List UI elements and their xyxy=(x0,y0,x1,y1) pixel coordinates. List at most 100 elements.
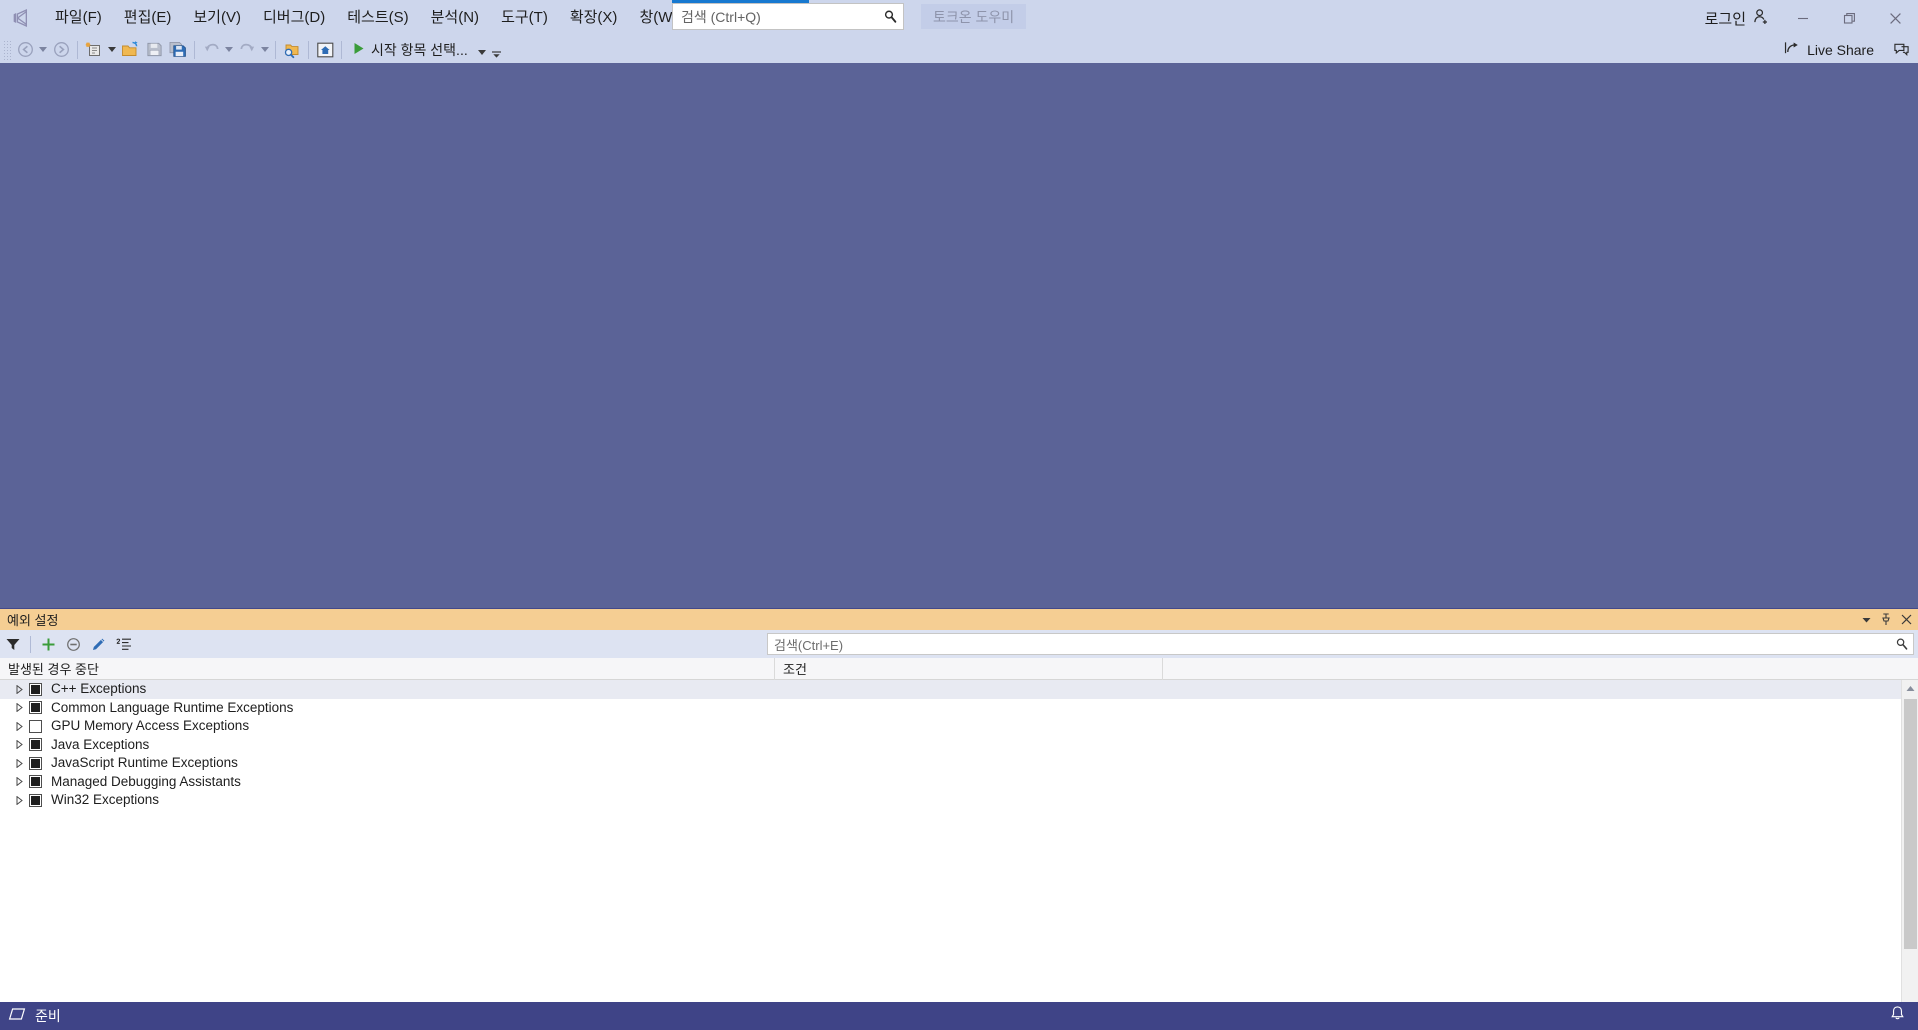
save-icon[interactable] xyxy=(142,38,166,62)
row-label: C++ Exceptions xyxy=(51,680,146,698)
live-share-button[interactable]: Live Share xyxy=(1774,38,1884,62)
toolbar-overflow-icon[interactable] xyxy=(490,38,504,62)
expander-triangle-icon[interactable] xyxy=(9,680,29,698)
row-checkbox[interactable] xyxy=(29,720,42,733)
exception-row-list: C++ ExceptionsCommon Language Runtime Ex… xyxy=(0,680,1901,1014)
row-checkbox[interactable] xyxy=(29,683,42,696)
menu-item-file[interactable]: 파일(F) xyxy=(44,0,113,36)
delete-minus-icon[interactable] xyxy=(61,632,86,656)
menu-item-test[interactable]: 테스트(S) xyxy=(336,0,419,36)
expander-triangle-icon[interactable] xyxy=(9,699,29,717)
expander-triangle-icon[interactable] xyxy=(9,754,29,772)
panel-header-buttons xyxy=(1856,609,1916,630)
bell-icon[interactable] xyxy=(1889,1005,1906,1027)
exception-settings-header[interactable]: 예외 설정 xyxy=(0,609,1918,630)
column-header-extra[interactable] xyxy=(1163,658,1918,680)
redo-dropdown[interactable] xyxy=(259,38,271,62)
table-row[interactable]: Managed Debugging Assistants xyxy=(0,773,1901,792)
visual-studio-logo-icon xyxy=(0,0,44,36)
toolbar-right-group: Live Share xyxy=(1774,36,1918,63)
row-checkbox[interactable] xyxy=(29,775,42,788)
close-icon[interactable] xyxy=(1896,610,1916,630)
open-file-icon[interactable] xyxy=(118,38,142,62)
column-header-conditions[interactable]: 조건 xyxy=(775,658,1163,680)
expander-triangle-icon[interactable] xyxy=(9,736,29,754)
new-project-icon[interactable] xyxy=(82,38,106,62)
filter-funnel-icon[interactable] xyxy=(0,632,25,656)
grid-column-headers: 발생된 경우 중단 조건 xyxy=(0,658,1918,680)
start-debug-button[interactable]: 시작 항목 선택... xyxy=(346,38,490,62)
find-in-files-icon[interactable] xyxy=(280,38,304,62)
row-checkbox[interactable] xyxy=(29,757,42,770)
menu-item-debug[interactable]: 디버그(D) xyxy=(252,0,336,36)
status-bar: 준비 xyxy=(0,1002,1918,1030)
edit-pencil-icon[interactable] xyxy=(86,632,111,656)
send-feedback-icon[interactable] xyxy=(1884,38,1918,62)
row-label: JavaScript Runtime Exceptions xyxy=(51,754,238,772)
scrollbar-thumb[interactable] xyxy=(1904,699,1917,949)
add-plus-icon[interactable] xyxy=(36,632,61,656)
row-checkbox[interactable] xyxy=(29,794,42,807)
row-checkbox[interactable] xyxy=(29,701,42,714)
run-play-icon xyxy=(352,42,365,58)
new-project-dropdown[interactable] xyxy=(106,38,118,62)
exception-settings-toolbar: 검색(Ctrl+E) xyxy=(0,630,1918,658)
expander-triangle-icon[interactable] xyxy=(9,717,29,735)
exception-search-input[interactable]: 검색(Ctrl+E) xyxy=(768,635,1891,654)
live-share-label: Live Share xyxy=(1807,42,1874,58)
navigate-back-dropdown[interactable] xyxy=(37,38,49,62)
restore-defaults-icon[interactable] xyxy=(111,632,136,656)
toolbar-drag-handle[interactable] xyxy=(3,40,13,60)
scroll-up-arrow-icon[interactable] xyxy=(1902,680,1918,697)
window-close-button[interactable] xyxy=(1872,0,1918,36)
main-menu: 파일(F) 편집(E) 보기(V) 디버그(D) 테스트(S) 분석(N) 도구… xyxy=(44,0,773,36)
row-checkbox[interactable] xyxy=(29,738,42,751)
navigate-forward-icon[interactable] xyxy=(49,38,73,62)
quick-search-input[interactable]: 검색 (Ctrl+Q) xyxy=(673,7,877,27)
row-label: Java Exceptions xyxy=(51,736,149,754)
table-row[interactable]: JavaScript Runtime Exceptions xyxy=(0,754,1901,773)
exception-settings-title: 예외 설정 xyxy=(0,610,58,629)
table-row[interactable]: Common Language Runtime Exceptions xyxy=(0,699,1901,718)
menu-item-tools[interactable]: 도구(T) xyxy=(490,0,559,36)
title-bar: 파일(F) 편집(E) 보기(V) 디버그(D) 테스트(S) 분석(N) 도구… xyxy=(0,0,1918,36)
window-maximize-button[interactable] xyxy=(1826,0,1872,36)
checkbox-indeterminate-mark xyxy=(31,703,40,712)
exception-search-box[interactable]: 검색(Ctrl+E) xyxy=(767,633,1914,655)
checkbox-indeterminate-mark xyxy=(31,740,40,749)
column-header-break-when-thrown[interactable]: 발생된 경우 중단 xyxy=(0,658,775,680)
table-row[interactable]: Java Exceptions xyxy=(0,736,1901,755)
row-label: GPU Memory Access Exceptions xyxy=(51,717,249,735)
chevron-down-icon[interactable] xyxy=(478,42,486,58)
row-label: Common Language Runtime Exceptions xyxy=(51,699,293,717)
save-all-icon[interactable] xyxy=(166,38,190,62)
scrollbar-track[interactable] xyxy=(1902,697,1918,997)
undo-dropdown[interactable] xyxy=(223,38,235,62)
redo-icon[interactable] xyxy=(235,38,259,62)
checkbox-indeterminate-mark xyxy=(31,777,40,786)
undo-icon[interactable] xyxy=(199,38,223,62)
navigate-back-icon[interactable] xyxy=(13,38,37,62)
table-row[interactable]: C++ Exceptions xyxy=(0,680,1901,699)
menu-item-extensions[interactable]: 확장(X) xyxy=(559,0,629,36)
pin-icon[interactable] xyxy=(1876,610,1896,630)
menu-item-analyze[interactable]: 분석(N) xyxy=(420,0,490,36)
window-minimize-button[interactable] xyxy=(1780,0,1826,36)
exception-grid-scrollbar[interactable] xyxy=(1901,680,1918,1014)
start-page-icon[interactable] xyxy=(313,38,337,62)
chevron-down-icon[interactable] xyxy=(1856,610,1876,630)
signin-button[interactable]: 로그인 xyxy=(1695,0,1780,36)
search-icon xyxy=(877,9,903,24)
table-row[interactable]: GPU Memory Access Exceptions xyxy=(0,717,1901,736)
document-area xyxy=(0,63,1918,608)
toolbar-separator xyxy=(275,41,276,59)
table-row[interactable]: Win32 Exceptions xyxy=(0,791,1901,810)
assistant-button[interactable]: 토크온 도우미 xyxy=(921,4,1026,29)
expander-triangle-icon[interactable] xyxy=(9,773,29,791)
quick-search-box[interactable]: 검색 (Ctrl+Q) xyxy=(672,3,904,30)
menu-item-edit[interactable]: 편집(E) xyxy=(113,0,183,36)
window-right-controls: 로그인 xyxy=(1695,0,1918,36)
expander-triangle-icon[interactable] xyxy=(9,791,29,809)
menu-item-view[interactable]: 보기(V) xyxy=(182,0,252,36)
toolbar-separator xyxy=(194,41,195,59)
